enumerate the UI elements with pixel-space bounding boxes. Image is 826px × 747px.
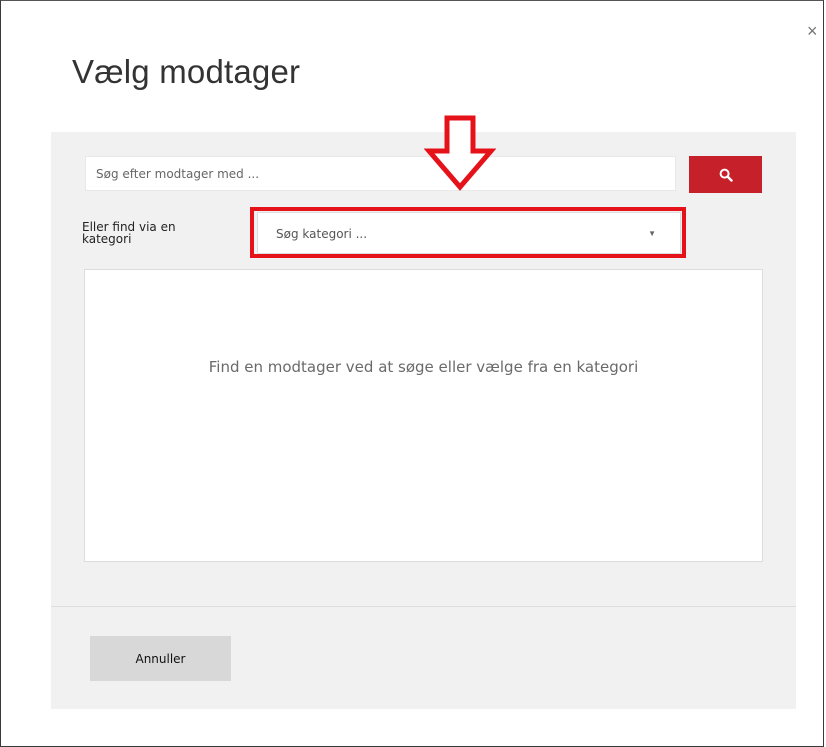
search-icon xyxy=(719,168,733,182)
dialog-window: × Vælg modtager Eller find via en katego… xyxy=(0,0,824,747)
cancel-button[interactable]: Annuller xyxy=(90,636,231,681)
results-area: Find en modtager ved at søge eller vælge… xyxy=(84,269,763,562)
chevron-down-icon: ▼ xyxy=(648,229,656,238)
search-button[interactable] xyxy=(689,156,762,193)
dialog-footer: Annuller xyxy=(51,607,796,709)
category-label: Eller find via en kategori xyxy=(82,220,176,246)
category-select-value: Søg kategori ... xyxy=(276,227,368,241)
content-panel: Eller find via en kategori Søg kategori … xyxy=(51,132,796,607)
down-arrow-annotation xyxy=(424,115,496,191)
dialog-title: Vælg modtager xyxy=(72,53,301,90)
empty-state-message: Find en modtager ved at søge eller vælge… xyxy=(208,358,639,376)
search-input[interactable] xyxy=(85,156,676,191)
close-icon[interactable]: × xyxy=(807,21,818,41)
category-select[interactable]: Søg kategori ... ▼ xyxy=(257,212,681,254)
